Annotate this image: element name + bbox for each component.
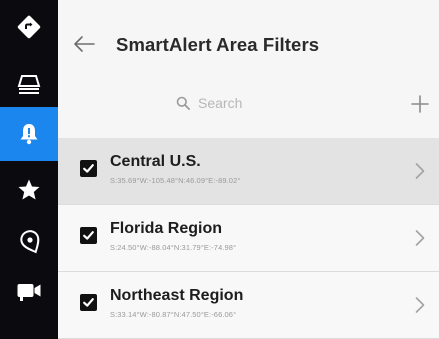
side-nav-rail [0,0,58,339]
area-checkbox[interactable] [80,227,97,244]
area-bounds: S:33.14°W:-80.87°N:47.50°E:-66.06° [110,310,237,319]
rail-item-alerts[interactable] [0,107,58,161]
search-input[interactable] [198,95,318,111]
rail-item-cameras[interactable] [0,264,58,318]
area-bounds: S:35.69°W:-105.48°N:46.09°E:-89.02° [110,176,241,185]
area-row-central-us[interactable]: Central U.S. S:35.69°W:-105.48°N:46.09°E… [58,138,439,205]
search-icon [176,96,190,110]
area-name: Central U.S. [110,153,201,170]
search-bar[interactable] [176,92,318,114]
video-camera-icon [17,284,41,301]
bell-icon [20,124,38,145]
rail-item-directions[interactable] [0,0,58,54]
panel-header: SmartAlert Area Filters [58,0,439,96]
area-name: Northeast Region [110,287,244,304]
add-area-icon[interactable] [410,94,430,114]
direction-sign-icon [17,15,41,39]
area-bounds: S:24.50°W:-88.04°N:31.79°E:-74.98° [110,243,237,252]
checkmark-icon [83,298,94,307]
area-filters-panel: SmartAlert Area Filters Central U.S. S:3… [58,0,439,339]
area-filter-list: Central U.S. S:35.69°W:-105.48°N:46.09°E… [58,138,439,339]
location-pin-icon [20,230,40,254]
rail-item-layers[interactable] [0,58,58,112]
area-checkbox[interactable] [80,294,97,311]
chevron-right-icon [415,297,425,313]
star-icon [18,179,40,200]
layers-icon [17,75,41,94]
page-title: SmartAlert Area Filters [116,34,320,55]
area-row-northeast[interactable]: Northeast Region S:33.14°W:-80.87°N:47.5… [58,272,439,339]
chevron-right-icon [415,230,425,246]
area-name: Florida Region [110,220,222,237]
checkmark-icon [83,231,94,240]
chevron-right-icon [415,163,425,179]
rail-item-location[interactable] [0,215,58,269]
checkmark-icon [83,164,94,173]
rail-item-favorites[interactable] [0,163,58,217]
area-row-florida[interactable]: Florida Region S:24.50°W:-88.04°N:31.79°… [58,205,439,272]
area-checkbox[interactable] [80,160,97,177]
back-arrow-icon[interactable] [70,30,98,58]
